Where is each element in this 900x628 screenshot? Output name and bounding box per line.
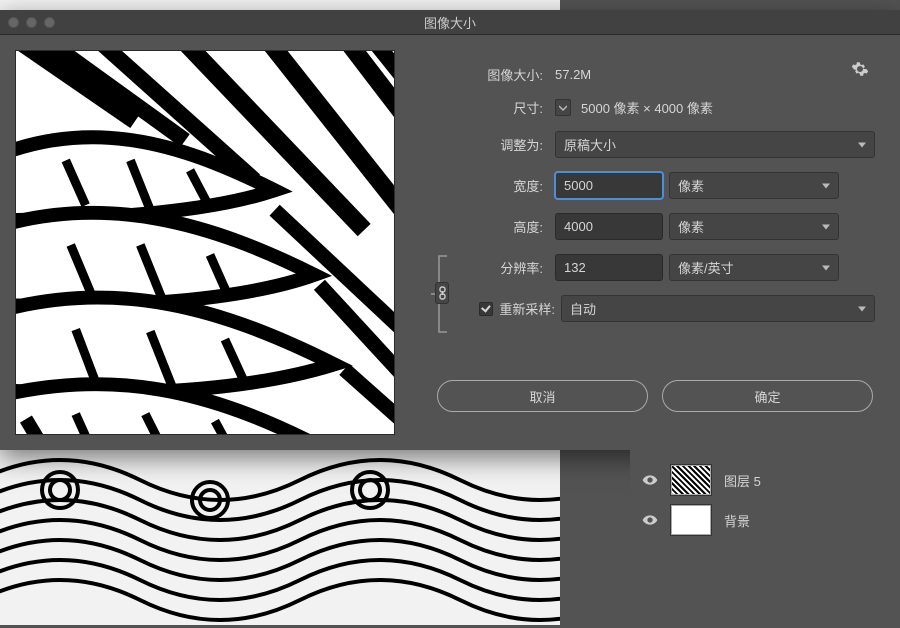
resample-value: 自动 <box>570 299 596 318</box>
cancel-button[interactable]: 取消 <box>437 380 648 412</box>
dimensions-row: 尺寸: 5000 像素 × 4000 像素 <box>435 98 875 117</box>
height-unit-select[interactable]: 像素 <box>669 213 839 240</box>
image-preview[interactable] <box>15 50 395 435</box>
dialog-buttons: 取消 确定 <box>435 380 875 412</box>
form-area: 图像大小: 57.2M 尺寸: 5000 像素 × 4000 像素 <box>415 50 885 435</box>
height-unit-value: 像素 <box>678 217 704 236</box>
layers-panel: 图层 5 背景 <box>630 450 900 625</box>
fit-to-select[interactable]: 原稿大小 <box>555 131 875 158</box>
dialog-body: 图像大小: 57.2M 尺寸: 5000 像素 × 4000 像素 <box>0 35 900 450</box>
resolution-unit-select[interactable]: 像素/英寸 <box>669 254 839 281</box>
width-row: 宽度: 像素 <box>453 172 875 199</box>
maximize-window-button[interactable] <box>44 17 55 28</box>
width-input[interactable] <box>555 172 663 199</box>
constrain-proportions-toggle[interactable] <box>435 282 449 304</box>
dialog-titlebar[interactable]: 图像大小 <box>0 10 900 35</box>
image-size-info-row: 图像大小: 57.2M <box>435 65 875 84</box>
visibility-eye-icon[interactable] <box>642 472 658 488</box>
fit-to-row: 调整为: 原稿大小 <box>453 131 875 158</box>
image-size-dialog: 图像大小 <box>0 10 900 450</box>
layer-thumbnail[interactable] <box>670 464 712 496</box>
resolution-unit-value: 像素/英寸 <box>678 258 734 277</box>
resolution-label: 分辨率: <box>453 258 549 277</box>
dialog-title: 图像大小 <box>424 13 476 32</box>
width-unit-value: 像素 <box>678 176 704 195</box>
resample-method-select[interactable]: 自动 <box>561 295 875 322</box>
window-controls <box>8 17 55 28</box>
cancel-label: 取消 <box>529 387 555 406</box>
dimensions-value: 5000 像素 × 4000 像素 <box>581 98 713 117</box>
resolution-row: 分辨率: 像素/英寸 <box>453 254 875 281</box>
ok-button[interactable]: 确定 <box>662 380 873 412</box>
layer-row[interactable]: 图层 5 <box>630 460 900 500</box>
height-input[interactable] <box>555 213 663 240</box>
resample-checkbox[interactable] <box>479 302 493 316</box>
width-unit-select[interactable]: 像素 <box>669 172 839 199</box>
ok-label: 确定 <box>754 387 780 406</box>
close-window-button[interactable] <box>8 17 19 28</box>
layer-row[interactable]: 背景 <box>630 500 900 540</box>
minimize-window-button[interactable] <box>26 17 37 28</box>
resample-row: 重新采样: 自动 <box>435 295 875 322</box>
layer-name[interactable]: 背景 <box>724 511 750 530</box>
gear-icon[interactable] <box>851 60 869 81</box>
link-bracket <box>431 254 453 334</box>
dimensions-unit-toggle[interactable] <box>555 99 571 116</box>
resample-label: 重新采样: <box>499 299 555 318</box>
layer-thumbnail[interactable] <box>670 504 712 536</box>
width-label: 宽度: <box>453 176 549 195</box>
layer-name[interactable]: 图层 5 <box>724 471 761 490</box>
dimensions-label: 尺寸: <box>435 98 549 117</box>
image-size-value: 57.2M <box>555 67 591 82</box>
resolution-input[interactable] <box>555 254 663 281</box>
fit-to-value: 原稿大小 <box>564 135 616 154</box>
visibility-eye-icon[interactable] <box>642 512 658 528</box>
height-label: 高度: <box>453 217 549 236</box>
image-size-label: 图像大小: <box>435 65 549 84</box>
fit-to-label: 调整为: <box>453 135 549 154</box>
height-row: 高度: 像素 <box>453 213 875 240</box>
